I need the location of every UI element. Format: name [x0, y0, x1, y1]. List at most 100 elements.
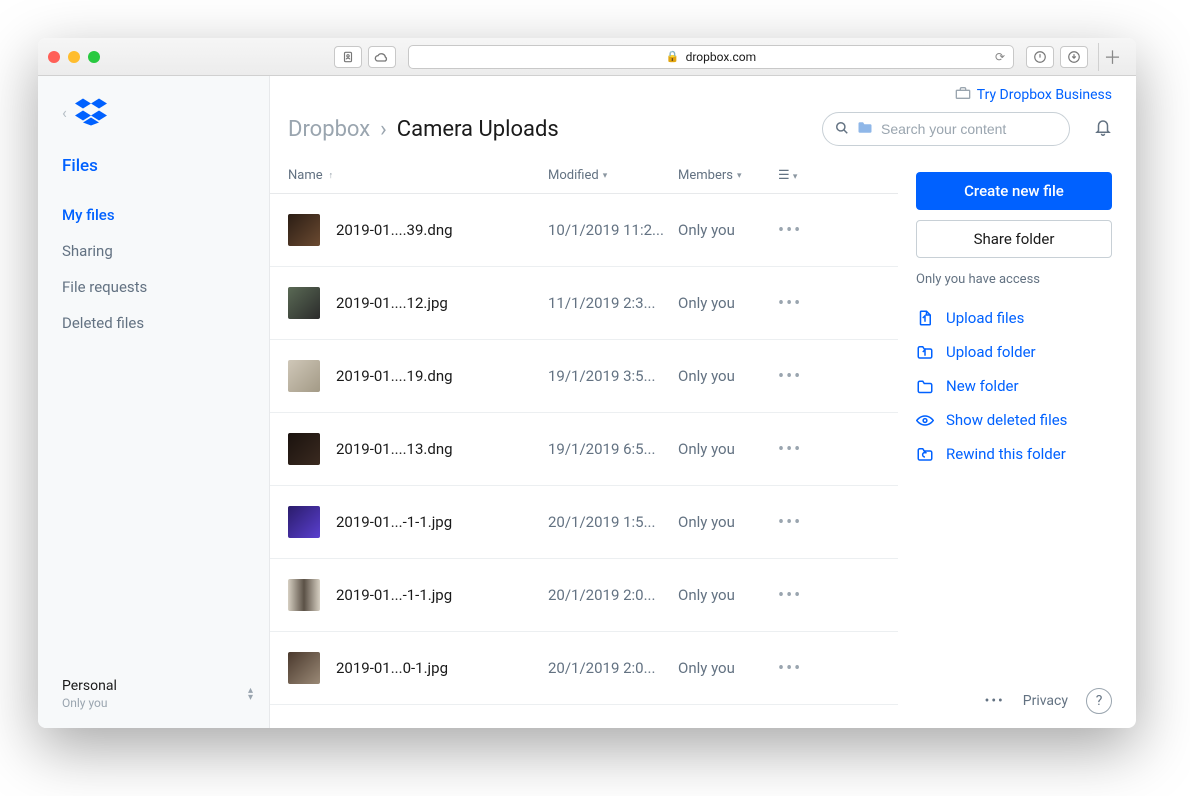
search-icon	[835, 120, 849, 139]
window-minimize-button[interactable]	[68, 51, 80, 63]
file-more-button[interactable]: •••	[778, 658, 802, 679]
file-thumbnail	[288, 506, 320, 538]
file-more-button[interactable]: •••	[778, 366, 802, 387]
file-thumbnail	[288, 579, 320, 611]
dropbox-logo[interactable]	[75, 98, 107, 126]
file-more-button[interactable]: •••	[778, 585, 802, 606]
file-row[interactable]: 2019-01....19.dng19/1/2019 3:5...Only yo…	[270, 340, 898, 413]
file-members: Only you	[678, 440, 778, 458]
chevron-right-icon: ›	[380, 117, 387, 142]
upload-file-icon	[916, 309, 934, 327]
file-row[interactable]: 2019-01....12.jpg11/1/2019 2:3...Only yo…	[270, 267, 898, 340]
action-link[interactable]: Upload folder	[916, 343, 1112, 361]
breadcrumb: Dropbox › Camera Uploads	[288, 117, 559, 142]
file-more-button[interactable]: •••	[778, 512, 802, 533]
lock-icon: 🔒	[666, 50, 680, 63]
search-box[interactable]	[822, 112, 1070, 146]
file-more-button[interactable]: •••	[778, 293, 802, 314]
upload-folder-icon	[916, 344, 934, 360]
col-header-modified[interactable]: Modified ▾	[548, 168, 678, 183]
reload-icon[interactable]: ⟳	[995, 50, 1005, 64]
list-header: Name ↑ Modified ▾ Members ▾ ☰ ▾	[270, 162, 898, 194]
window-maximize-button[interactable]	[88, 51, 100, 63]
create-new-file-button[interactable]: Create new file	[916, 172, 1112, 210]
account-switcher[interactable]: Personal Only you ▴▾	[38, 664, 269, 728]
sidebar: ‹ Files My files Sharing File requests Dele…	[38, 76, 270, 728]
window-controls	[48, 51, 100, 63]
action-link[interactable]: Show deleted files	[916, 411, 1112, 429]
sidebar-item[interactable]: Deleted files	[62, 314, 269, 332]
file-modified: 11/1/2019 2:3...	[548, 294, 678, 312]
downloads-button[interactable]	[1060, 46, 1088, 68]
action-link[interactable]: New folder	[916, 377, 1112, 395]
file-more-button[interactable]: •••	[778, 220, 802, 241]
file-name[interactable]: 2019-01...0-1.jpg	[336, 659, 548, 677]
adblock-button[interactable]	[1026, 46, 1054, 68]
file-list: Name ↑ Modified ▾ Members ▾ ☰ ▾	[270, 162, 898, 728]
caret-down-icon: ▾	[737, 171, 742, 181]
file-members: Only you	[678, 513, 778, 531]
breadcrumb-root[interactable]: Dropbox	[288, 117, 370, 142]
file-row[interactable]: 2019-01....13.dng19/1/2019 6:5...Only yo…	[270, 413, 898, 486]
file-name[interactable]: 2019-01....39.dng	[336, 221, 548, 239]
window-close-button[interactable]	[48, 51, 60, 63]
browser-titlebar: 🔒 dropbox.com ⟳ ＋	[38, 38, 1136, 76]
action-link[interactable]: Rewind this folder	[916, 445, 1112, 463]
sidebar-item[interactable]: Sharing	[62, 242, 269, 260]
file-row[interactable]: 2019-01...0-1.jpg20/1/2019 2:0...Only yo…	[270, 632, 898, 705]
nav-section-files[interactable]: Files	[38, 140, 269, 186]
view-options-button[interactable]: ☰ ▾	[778, 168, 818, 183]
app-window: 🔒 dropbox.com ⟳ ＋ ‹ Files My files Sharin…	[38, 38, 1136, 728]
file-thumbnail	[288, 214, 320, 246]
action-link[interactable]: Upload files	[916, 309, 1112, 327]
actions-panel: Create new file Share folder Only you ha…	[898, 162, 1136, 728]
eye-icon	[916, 414, 934, 427]
more-icon[interactable]: •••	[985, 693, 1005, 709]
file-name[interactable]: 2019-01...-1-1.jpg	[336, 513, 548, 531]
file-row[interactable]: 2019-01....39.dng10/1/2019 11:2...Only y…	[270, 194, 898, 267]
privacy-link[interactable]: Privacy	[1023, 693, 1068, 709]
file-name[interactable]: 2019-01...-1-1.jpg	[336, 586, 548, 604]
account-access: Only you	[62, 696, 117, 710]
file-name[interactable]: 2019-01....19.dng	[336, 367, 548, 385]
file-thumbnail	[288, 433, 320, 465]
collapse-sidebar-button[interactable]: ‹	[62, 103, 67, 122]
address-bar[interactable]: 🔒 dropbox.com ⟳	[408, 45, 1014, 69]
share-folder-button[interactable]: Share folder	[916, 220, 1112, 258]
sidebar-item[interactable]: My files	[62, 206, 269, 224]
file-modified: 20/1/2019 2:0...	[548, 659, 678, 677]
file-thumbnail	[288, 652, 320, 684]
new-folder-icon	[916, 379, 934, 394]
file-row[interactable]: 2019-01...-1-1.jpg20/1/2019 2:0...Only y…	[270, 559, 898, 632]
privacy-report-button[interactable]	[334, 46, 362, 68]
col-header-members[interactable]: Members ▾	[678, 168, 778, 183]
folder-filter-icon[interactable]	[857, 121, 873, 138]
new-tab-button[interactable]: ＋	[1098, 43, 1126, 71]
file-more-button[interactable]: •••	[778, 439, 802, 460]
briefcase-icon	[955, 86, 971, 104]
file-name[interactable]: 2019-01....13.dng	[336, 440, 548, 458]
file-name[interactable]: 2019-01....12.jpg	[336, 294, 548, 312]
notifications-button[interactable]	[1094, 117, 1112, 142]
file-members: Only you	[678, 586, 778, 604]
help-button[interactable]: ?	[1086, 688, 1112, 714]
try-business-link[interactable]: Try Dropbox Business	[977, 87, 1112, 103]
file-members: Only you	[678, 367, 778, 385]
file-members: Only you	[678, 221, 778, 239]
file-modified: 19/1/2019 3:5...	[548, 367, 678, 385]
file-members: Only you	[678, 294, 778, 312]
file-row[interactable]: 2019-01...-1-1.jpg20/1/2019 1:5...Only y…	[270, 486, 898, 559]
updown-icon: ▴▾	[248, 687, 253, 701]
sort-asc-icon: ↑	[329, 170, 334, 181]
file-modified: 20/1/2019 1:5...	[548, 513, 678, 531]
sidebar-item[interactable]: File requests	[62, 278, 269, 296]
url-domain: dropbox.com	[686, 50, 757, 64]
col-header-name[interactable]: Name ↑	[288, 168, 548, 183]
icloud-button[interactable]	[368, 46, 396, 68]
file-thumbnail	[288, 360, 320, 392]
file-modified: 20/1/2019 2:0...	[548, 586, 678, 604]
breadcrumb-current: Camera Uploads	[397, 117, 559, 142]
search-input[interactable]	[881, 121, 1062, 137]
access-note: Only you have access	[916, 272, 1112, 287]
file-members: Only you	[678, 659, 778, 677]
